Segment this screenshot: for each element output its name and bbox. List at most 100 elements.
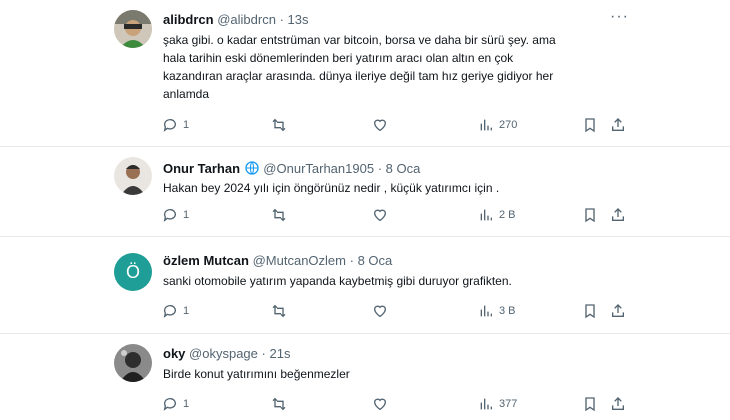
tweet[interactable]: oky @okyspage · 21s Birde konut yatırımı… bbox=[0, 334, 730, 420]
tweet-text-line: Birde konut yatırımını beğenmezler bbox=[163, 367, 350, 381]
reply-icon bbox=[163, 119, 176, 132]
tweet[interactable]: Ö özlem Mutcan @MutcanOzlem · 8 Oca sank… bbox=[0, 237, 730, 332]
bookmark-icon bbox=[585, 208, 595, 223]
retweet-button[interactable] bbox=[271, 205, 287, 225]
tweet-text-line: sanki otomobile yatırım yapanda kaybetmi… bbox=[163, 274, 512, 288]
bookmark-icon bbox=[585, 397, 595, 412]
views-chart-icon bbox=[480, 209, 492, 221]
separator-dot: · bbox=[279, 12, 284, 27]
tweet[interactable]: alibdrcn @alibdrcn · 13s ··· şaka gibi. … bbox=[0, 0, 730, 146]
avatar[interactable]: Ö bbox=[114, 253, 152, 291]
reply-icon bbox=[163, 305, 176, 318]
tweet-text: sanki otomobile yatırım yapanda kaybetmi… bbox=[163, 272, 613, 290]
views-chart-icon bbox=[480, 305, 492, 317]
views-button[interactable]: 2 B bbox=[478, 205, 516, 225]
retweet-button[interactable] bbox=[271, 115, 287, 135]
reply-count: 1 bbox=[183, 119, 190, 131]
bookmark-icon bbox=[585, 304, 595, 319]
retweet-button[interactable] bbox=[271, 394, 287, 414]
retweet-button[interactable] bbox=[271, 301, 287, 321]
timestamp[interactable]: 21s bbox=[269, 346, 290, 361]
share-icon bbox=[612, 397, 624, 410]
tweet-header: Onur Tarhan @OnurTarhan1905 · 8 Oca bbox=[163, 160, 420, 179]
views-button[interactable]: 270 bbox=[478, 115, 517, 135]
reply-button[interactable]: 1 bbox=[162, 394, 189, 414]
tweet-text: Hakan bey 2024 yılı için öngörünüz nedir… bbox=[163, 179, 613, 197]
tweet-text-line: anlamda bbox=[163, 87, 210, 101]
timestamp[interactable]: 8 Oca bbox=[386, 161, 421, 176]
bookmark-button[interactable] bbox=[582, 394, 598, 414]
tweet[interactable]: Onur Tarhan @OnurTarhan1905 · 8 Oca Haka… bbox=[0, 147, 730, 235]
tweet-header: özlem Mutcan @MutcanOzlem · 8 Oca bbox=[163, 253, 392, 268]
share-button[interactable] bbox=[610, 115, 626, 135]
reply-button[interactable]: 1 bbox=[162, 115, 189, 135]
share-button[interactable] bbox=[610, 301, 626, 321]
more-options-icon[interactable]: ··· bbox=[610, 8, 629, 26]
views-chart-icon bbox=[480, 398, 492, 410]
heart-icon bbox=[373, 398, 387, 411]
timestamp[interactable]: 13s bbox=[288, 12, 309, 27]
like-button[interactable] bbox=[372, 205, 388, 225]
user-handle[interactable]: @MutcanOzlem bbox=[253, 253, 346, 268]
action-bar: 1 3 B bbox=[158, 301, 638, 321]
display-name[interactable]: Onur Tarhan bbox=[163, 161, 240, 176]
reply-icon bbox=[163, 398, 176, 411]
separator-dot: · bbox=[261, 346, 266, 361]
avatar-photo-icon bbox=[114, 344, 152, 382]
reply-count: 1 bbox=[183, 305, 190, 317]
display-name[interactable]: özlem Mutcan bbox=[163, 253, 249, 268]
tweet-text-line: kazandıran araçlar arasında. dünya ileri… bbox=[163, 69, 554, 83]
heart-icon bbox=[373, 305, 387, 318]
reply-icon bbox=[163, 209, 176, 222]
action-bar: 1 2 B bbox=[158, 205, 638, 225]
user-handle[interactable]: @okyspage bbox=[189, 346, 258, 361]
reply-count: 1 bbox=[183, 398, 190, 410]
views-chart-icon bbox=[480, 119, 492, 131]
like-button[interactable] bbox=[372, 301, 388, 321]
tweet-text-line: şaka gibi. o kadar entstrüman var bitcoi… bbox=[163, 33, 556, 47]
user-handle[interactable]: @alibdrcn bbox=[217, 12, 276, 27]
retweet-icon bbox=[272, 304, 286, 318]
globe-emoji-icon bbox=[244, 160, 260, 179]
share-button[interactable] bbox=[610, 205, 626, 225]
avatar[interactable] bbox=[114, 10, 152, 48]
bookmark-icon bbox=[585, 118, 595, 133]
share-icon bbox=[612, 118, 624, 131]
share-icon bbox=[612, 304, 624, 317]
tweet-text-line: hala tarihin eski dönemlerinden beri yat… bbox=[163, 51, 514, 65]
share-button[interactable] bbox=[610, 394, 626, 414]
retweet-icon bbox=[272, 208, 286, 222]
reply-button[interactable]: 1 bbox=[162, 205, 189, 225]
heart-icon bbox=[373, 209, 387, 222]
view-count: 270 bbox=[499, 119, 518, 131]
avatar-letter: Ö bbox=[125, 261, 140, 282]
share-icon bbox=[612, 208, 624, 221]
action-bar: 1 377 bbox=[158, 394, 638, 414]
bookmark-button[interactable] bbox=[582, 115, 598, 135]
bookmark-button[interactable] bbox=[582, 301, 598, 321]
view-count: 2 B bbox=[499, 209, 516, 221]
like-button[interactable] bbox=[372, 115, 388, 135]
views-button[interactable]: 3 B bbox=[478, 301, 516, 321]
reply-button[interactable]: 1 bbox=[162, 301, 189, 321]
timestamp[interactable]: 8 Oca bbox=[358, 253, 393, 268]
reply-count: 1 bbox=[183, 209, 190, 221]
display-name[interactable]: alibdrcn bbox=[163, 12, 214, 27]
user-handle[interactable]: @OnurTarhan1905 bbox=[263, 161, 374, 176]
retweet-icon bbox=[272, 397, 286, 411]
tweet-header: alibdrcn @alibdrcn · 13s bbox=[163, 12, 309, 27]
tweet-text-line: Hakan bey 2024 yılı için öngörünüz nedir… bbox=[163, 181, 500, 195]
like-button[interactable] bbox=[372, 394, 388, 414]
separator-dot: · bbox=[349, 253, 354, 268]
avatar[interactable] bbox=[114, 157, 152, 195]
avatar-photo-icon bbox=[114, 157, 152, 195]
avatar[interactable] bbox=[114, 344, 152, 382]
action-bar: 1 270 bbox=[158, 115, 638, 135]
display-name[interactable]: oky bbox=[163, 346, 185, 361]
separator-dot: · bbox=[377, 161, 383, 176]
tweet-header: oky @okyspage · 21s bbox=[163, 346, 290, 361]
heart-icon bbox=[373, 119, 387, 132]
bookmark-button[interactable] bbox=[582, 205, 598, 225]
views-button[interactable]: 377 bbox=[478, 394, 517, 414]
view-count: 377 bbox=[499, 398, 518, 410]
